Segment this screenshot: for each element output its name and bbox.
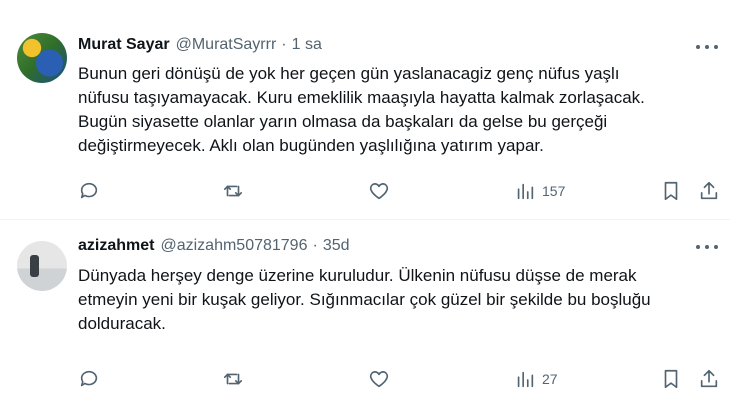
tweet-text: Dünyada herşey denge üzerine kuruludur. … (78, 266, 651, 333)
retweet-button[interactable] (222, 368, 244, 390)
tweet[interactable]: azizahmet @azizahm50781796 · 35d Dünyada… (0, 220, 730, 420)
bookmark-button[interactable] (660, 180, 682, 202)
timestamp[interactable]: 1 sa (292, 36, 322, 54)
reply-button[interactable] (78, 180, 100, 202)
avatar[interactable] (17, 33, 67, 83)
views-icon (517, 371, 534, 388)
author-name[interactable]: Murat Sayar (78, 36, 170, 54)
views-count: 27 (542, 371, 558, 387)
like-button[interactable] (368, 368, 390, 390)
bookmark-button[interactable] (660, 368, 682, 390)
bookmark-icon (664, 181, 678, 201)
action-bar: 157 (78, 180, 730, 204)
share-button[interactable] (698, 180, 720, 202)
retweet-icon (223, 185, 243, 197)
separator: · (281, 36, 287, 53)
share-icon (700, 181, 718, 200)
heart-icon (369, 183, 389, 200)
timestamp[interactable]: 35d (323, 237, 350, 255)
avatar[interactable] (17, 241, 67, 291)
like-button[interactable] (368, 180, 390, 202)
views-count: 157 (542, 183, 566, 199)
more-icon[interactable] (696, 240, 718, 254)
share-icon (700, 369, 718, 388)
tweet-header: azizahmet @azizahm50781796 · 35d (78, 237, 350, 255)
more-icon[interactable] (696, 40, 718, 54)
views-button[interactable]: 157 (514, 180, 565, 202)
bookmark-icon (664, 369, 678, 389)
tweet-header: Murat Sayar @MuratSayrrr · 1 sa (78, 36, 322, 54)
tweet-text: Bunun geri dönüşü de yok her geçen gün y… (78, 64, 645, 155)
author-name[interactable]: azizahmet (78, 237, 154, 255)
share-button[interactable] (698, 368, 720, 390)
views-icon (517, 183, 534, 200)
reply-icon (80, 370, 98, 387)
heart-icon (369, 371, 389, 388)
author-handle[interactable]: @azizahm50781796 (160, 237, 307, 255)
action-bar: 27 (78, 368, 730, 392)
reply-icon (80, 182, 98, 199)
tweet[interactable]: Murat Sayar @MuratSayrrr · 1 sa Bunun ge… (0, 0, 730, 220)
reply-button[interactable] (78, 368, 100, 390)
author-handle[interactable]: @MuratSayrrr (176, 36, 277, 54)
retweet-button[interactable] (222, 180, 244, 202)
views-button[interactable]: 27 (514, 368, 558, 390)
separator: · (312, 237, 318, 254)
retweet-icon (223, 373, 243, 385)
